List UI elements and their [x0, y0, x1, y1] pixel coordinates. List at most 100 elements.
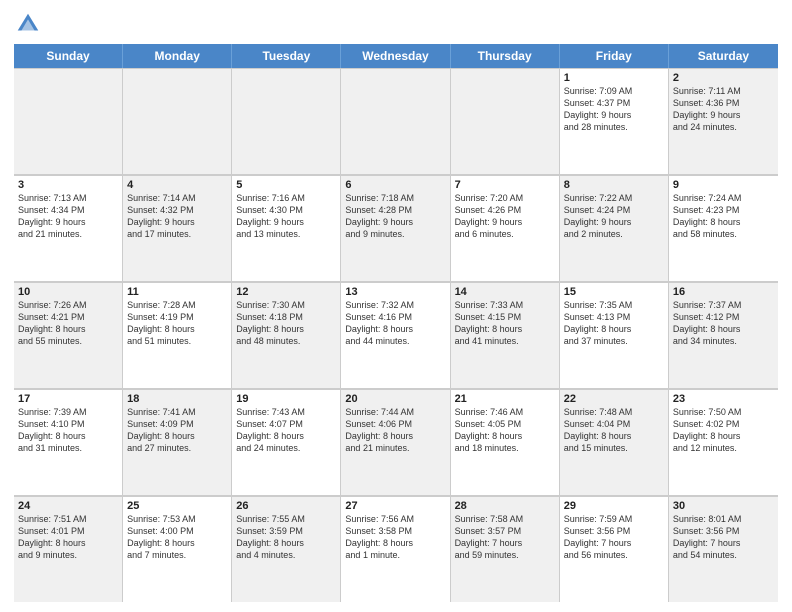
day-info: Sunrise: 7:56 AM Sunset: 3:58 PM Dayligh…: [345, 513, 445, 562]
calendar-cell: 17Sunrise: 7:39 AM Sunset: 4:10 PM Dayli…: [14, 389, 123, 495]
day-number: 10: [18, 286, 118, 298]
calendar-cell: 26Sunrise: 7:55 AM Sunset: 3:59 PM Dayli…: [232, 496, 341, 602]
day-info: Sunrise: 7:37 AM Sunset: 4:12 PM Dayligh…: [673, 299, 774, 348]
logo: [14, 10, 46, 38]
day-info: Sunrise: 8:01 AM Sunset: 3:56 PM Dayligh…: [673, 513, 774, 562]
day-info: Sunrise: 7:13 AM Sunset: 4:34 PM Dayligh…: [18, 192, 118, 241]
calendar-cell: 25Sunrise: 7:53 AM Sunset: 4:00 PM Dayli…: [123, 496, 232, 602]
day-info: Sunrise: 7:28 AM Sunset: 4:19 PM Dayligh…: [127, 299, 227, 348]
calendar-cell: 11Sunrise: 7:28 AM Sunset: 4:19 PM Dayli…: [123, 282, 232, 388]
day-number: 1: [564, 72, 664, 84]
day-number: 3: [18, 179, 118, 191]
day-info: Sunrise: 7:14 AM Sunset: 4:32 PM Dayligh…: [127, 192, 227, 241]
calendar-cell: [232, 68, 341, 174]
calendar-row-3: 17Sunrise: 7:39 AM Sunset: 4:10 PM Dayli…: [14, 389, 778, 496]
calendar-cell: 20Sunrise: 7:44 AM Sunset: 4:06 PM Dayli…: [341, 389, 450, 495]
day-number: 6: [345, 179, 445, 191]
header: [14, 10, 778, 38]
calendar-cell: 10Sunrise: 7:26 AM Sunset: 4:21 PM Dayli…: [14, 282, 123, 388]
calendar-cell: 23Sunrise: 7:50 AM Sunset: 4:02 PM Dayli…: [669, 389, 778, 495]
calendar-cell: 21Sunrise: 7:46 AM Sunset: 4:05 PM Dayli…: [451, 389, 560, 495]
calendar-cell: 30Sunrise: 8:01 AM Sunset: 3:56 PM Dayli…: [669, 496, 778, 602]
day-number: 24: [18, 500, 118, 512]
day-number: 12: [236, 286, 336, 298]
day-number: 5: [236, 179, 336, 191]
calendar-cell: 28Sunrise: 7:58 AM Sunset: 3:57 PM Dayli…: [451, 496, 560, 602]
day-number: 8: [564, 179, 664, 191]
calendar-cell: 2Sunrise: 7:11 AM Sunset: 4:36 PM Daylig…: [669, 68, 778, 174]
day-info: Sunrise: 7:33 AM Sunset: 4:15 PM Dayligh…: [455, 299, 555, 348]
day-number: 7: [455, 179, 555, 191]
calendar-cell: 19Sunrise: 7:43 AM Sunset: 4:07 PM Dayli…: [232, 389, 341, 495]
day-info: Sunrise: 7:53 AM Sunset: 4:00 PM Dayligh…: [127, 513, 227, 562]
day-info: Sunrise: 7:09 AM Sunset: 4:37 PM Dayligh…: [564, 85, 664, 134]
day-info: Sunrise: 7:26 AM Sunset: 4:21 PM Dayligh…: [18, 299, 118, 348]
day-info: Sunrise: 7:48 AM Sunset: 4:04 PM Dayligh…: [564, 406, 664, 455]
day-number: 25: [127, 500, 227, 512]
calendar-cell: 3Sunrise: 7:13 AM Sunset: 4:34 PM Daylig…: [14, 175, 123, 281]
logo-icon: [14, 10, 42, 38]
calendar-cell: 15Sunrise: 7:35 AM Sunset: 4:13 PM Dayli…: [560, 282, 669, 388]
calendar-cell: 29Sunrise: 7:59 AM Sunset: 3:56 PM Dayli…: [560, 496, 669, 602]
calendar-cell: 27Sunrise: 7:56 AM Sunset: 3:58 PM Dayli…: [341, 496, 450, 602]
day-info: Sunrise: 7:59 AM Sunset: 3:56 PM Dayligh…: [564, 513, 664, 562]
header-day-saturday: Saturday: [669, 44, 778, 68]
day-number: 22: [564, 393, 664, 405]
day-info: Sunrise: 7:24 AM Sunset: 4:23 PM Dayligh…: [673, 192, 774, 241]
calendar-cell: 9Sunrise: 7:24 AM Sunset: 4:23 PM Daylig…: [669, 175, 778, 281]
calendar-cell: 7Sunrise: 7:20 AM Sunset: 4:26 PM Daylig…: [451, 175, 560, 281]
day-number: 20: [345, 393, 445, 405]
day-info: Sunrise: 7:30 AM Sunset: 4:18 PM Dayligh…: [236, 299, 336, 348]
calendar-row-4: 24Sunrise: 7:51 AM Sunset: 4:01 PM Dayli…: [14, 496, 778, 602]
calendar-cell: 18Sunrise: 7:41 AM Sunset: 4:09 PM Dayli…: [123, 389, 232, 495]
day-info: Sunrise: 7:32 AM Sunset: 4:16 PM Dayligh…: [345, 299, 445, 348]
calendar-cell: 16Sunrise: 7:37 AM Sunset: 4:12 PM Dayli…: [669, 282, 778, 388]
day-number: 17: [18, 393, 118, 405]
calendar-cell: [451, 68, 560, 174]
day-number: 2: [673, 72, 774, 84]
calendar-cell: 24Sunrise: 7:51 AM Sunset: 4:01 PM Dayli…: [14, 496, 123, 602]
calendar-cell: 6Sunrise: 7:18 AM Sunset: 4:28 PM Daylig…: [341, 175, 450, 281]
header-day-friday: Friday: [560, 44, 669, 68]
calendar-row-2: 10Sunrise: 7:26 AM Sunset: 4:21 PM Dayli…: [14, 282, 778, 389]
day-number: 9: [673, 179, 774, 191]
page: SundayMondayTuesdayWednesdayThursdayFrid…: [0, 0, 792, 612]
day-number: 28: [455, 500, 555, 512]
day-info: Sunrise: 7:20 AM Sunset: 4:26 PM Dayligh…: [455, 192, 555, 241]
header-day-thursday: Thursday: [451, 44, 560, 68]
header-day-monday: Monday: [123, 44, 232, 68]
day-info: Sunrise: 7:51 AM Sunset: 4:01 PM Dayligh…: [18, 513, 118, 562]
day-number: 27: [345, 500, 445, 512]
header-day-wednesday: Wednesday: [341, 44, 450, 68]
day-info: Sunrise: 7:35 AM Sunset: 4:13 PM Dayligh…: [564, 299, 664, 348]
day-info: Sunrise: 7:11 AM Sunset: 4:36 PM Dayligh…: [673, 85, 774, 134]
day-info: Sunrise: 7:55 AM Sunset: 3:59 PM Dayligh…: [236, 513, 336, 562]
day-number: 16: [673, 286, 774, 298]
day-info: Sunrise: 7:22 AM Sunset: 4:24 PM Dayligh…: [564, 192, 664, 241]
calendar-cell: 14Sunrise: 7:33 AM Sunset: 4:15 PM Dayli…: [451, 282, 560, 388]
day-number: 4: [127, 179, 227, 191]
day-info: Sunrise: 7:46 AM Sunset: 4:05 PM Dayligh…: [455, 406, 555, 455]
day-number: 15: [564, 286, 664, 298]
day-info: Sunrise: 7:16 AM Sunset: 4:30 PM Dayligh…: [236, 192, 336, 241]
calendar-row-1: 3Sunrise: 7:13 AM Sunset: 4:34 PM Daylig…: [14, 175, 778, 282]
calendar-row-0: 1Sunrise: 7:09 AM Sunset: 4:37 PM Daylig…: [14, 68, 778, 175]
day-info: Sunrise: 7:50 AM Sunset: 4:02 PM Dayligh…: [673, 406, 774, 455]
calendar-cell: [123, 68, 232, 174]
day-info: Sunrise: 7:44 AM Sunset: 4:06 PM Dayligh…: [345, 406, 445, 455]
calendar-cell: [14, 68, 123, 174]
calendar-header: SundayMondayTuesdayWednesdayThursdayFrid…: [14, 44, 778, 68]
calendar-cell: 22Sunrise: 7:48 AM Sunset: 4:04 PM Dayli…: [560, 389, 669, 495]
day-number: 19: [236, 393, 336, 405]
calendar-cell: 1Sunrise: 7:09 AM Sunset: 4:37 PM Daylig…: [560, 68, 669, 174]
day-number: 30: [673, 500, 774, 512]
day-number: 23: [673, 393, 774, 405]
day-info: Sunrise: 7:43 AM Sunset: 4:07 PM Dayligh…: [236, 406, 336, 455]
day-number: 26: [236, 500, 336, 512]
day-number: 14: [455, 286, 555, 298]
day-info: Sunrise: 7:39 AM Sunset: 4:10 PM Dayligh…: [18, 406, 118, 455]
day-number: 11: [127, 286, 227, 298]
calendar-cell: 12Sunrise: 7:30 AM Sunset: 4:18 PM Dayli…: [232, 282, 341, 388]
calendar: SundayMondayTuesdayWednesdayThursdayFrid…: [14, 44, 778, 602]
day-info: Sunrise: 7:58 AM Sunset: 3:57 PM Dayligh…: [455, 513, 555, 562]
